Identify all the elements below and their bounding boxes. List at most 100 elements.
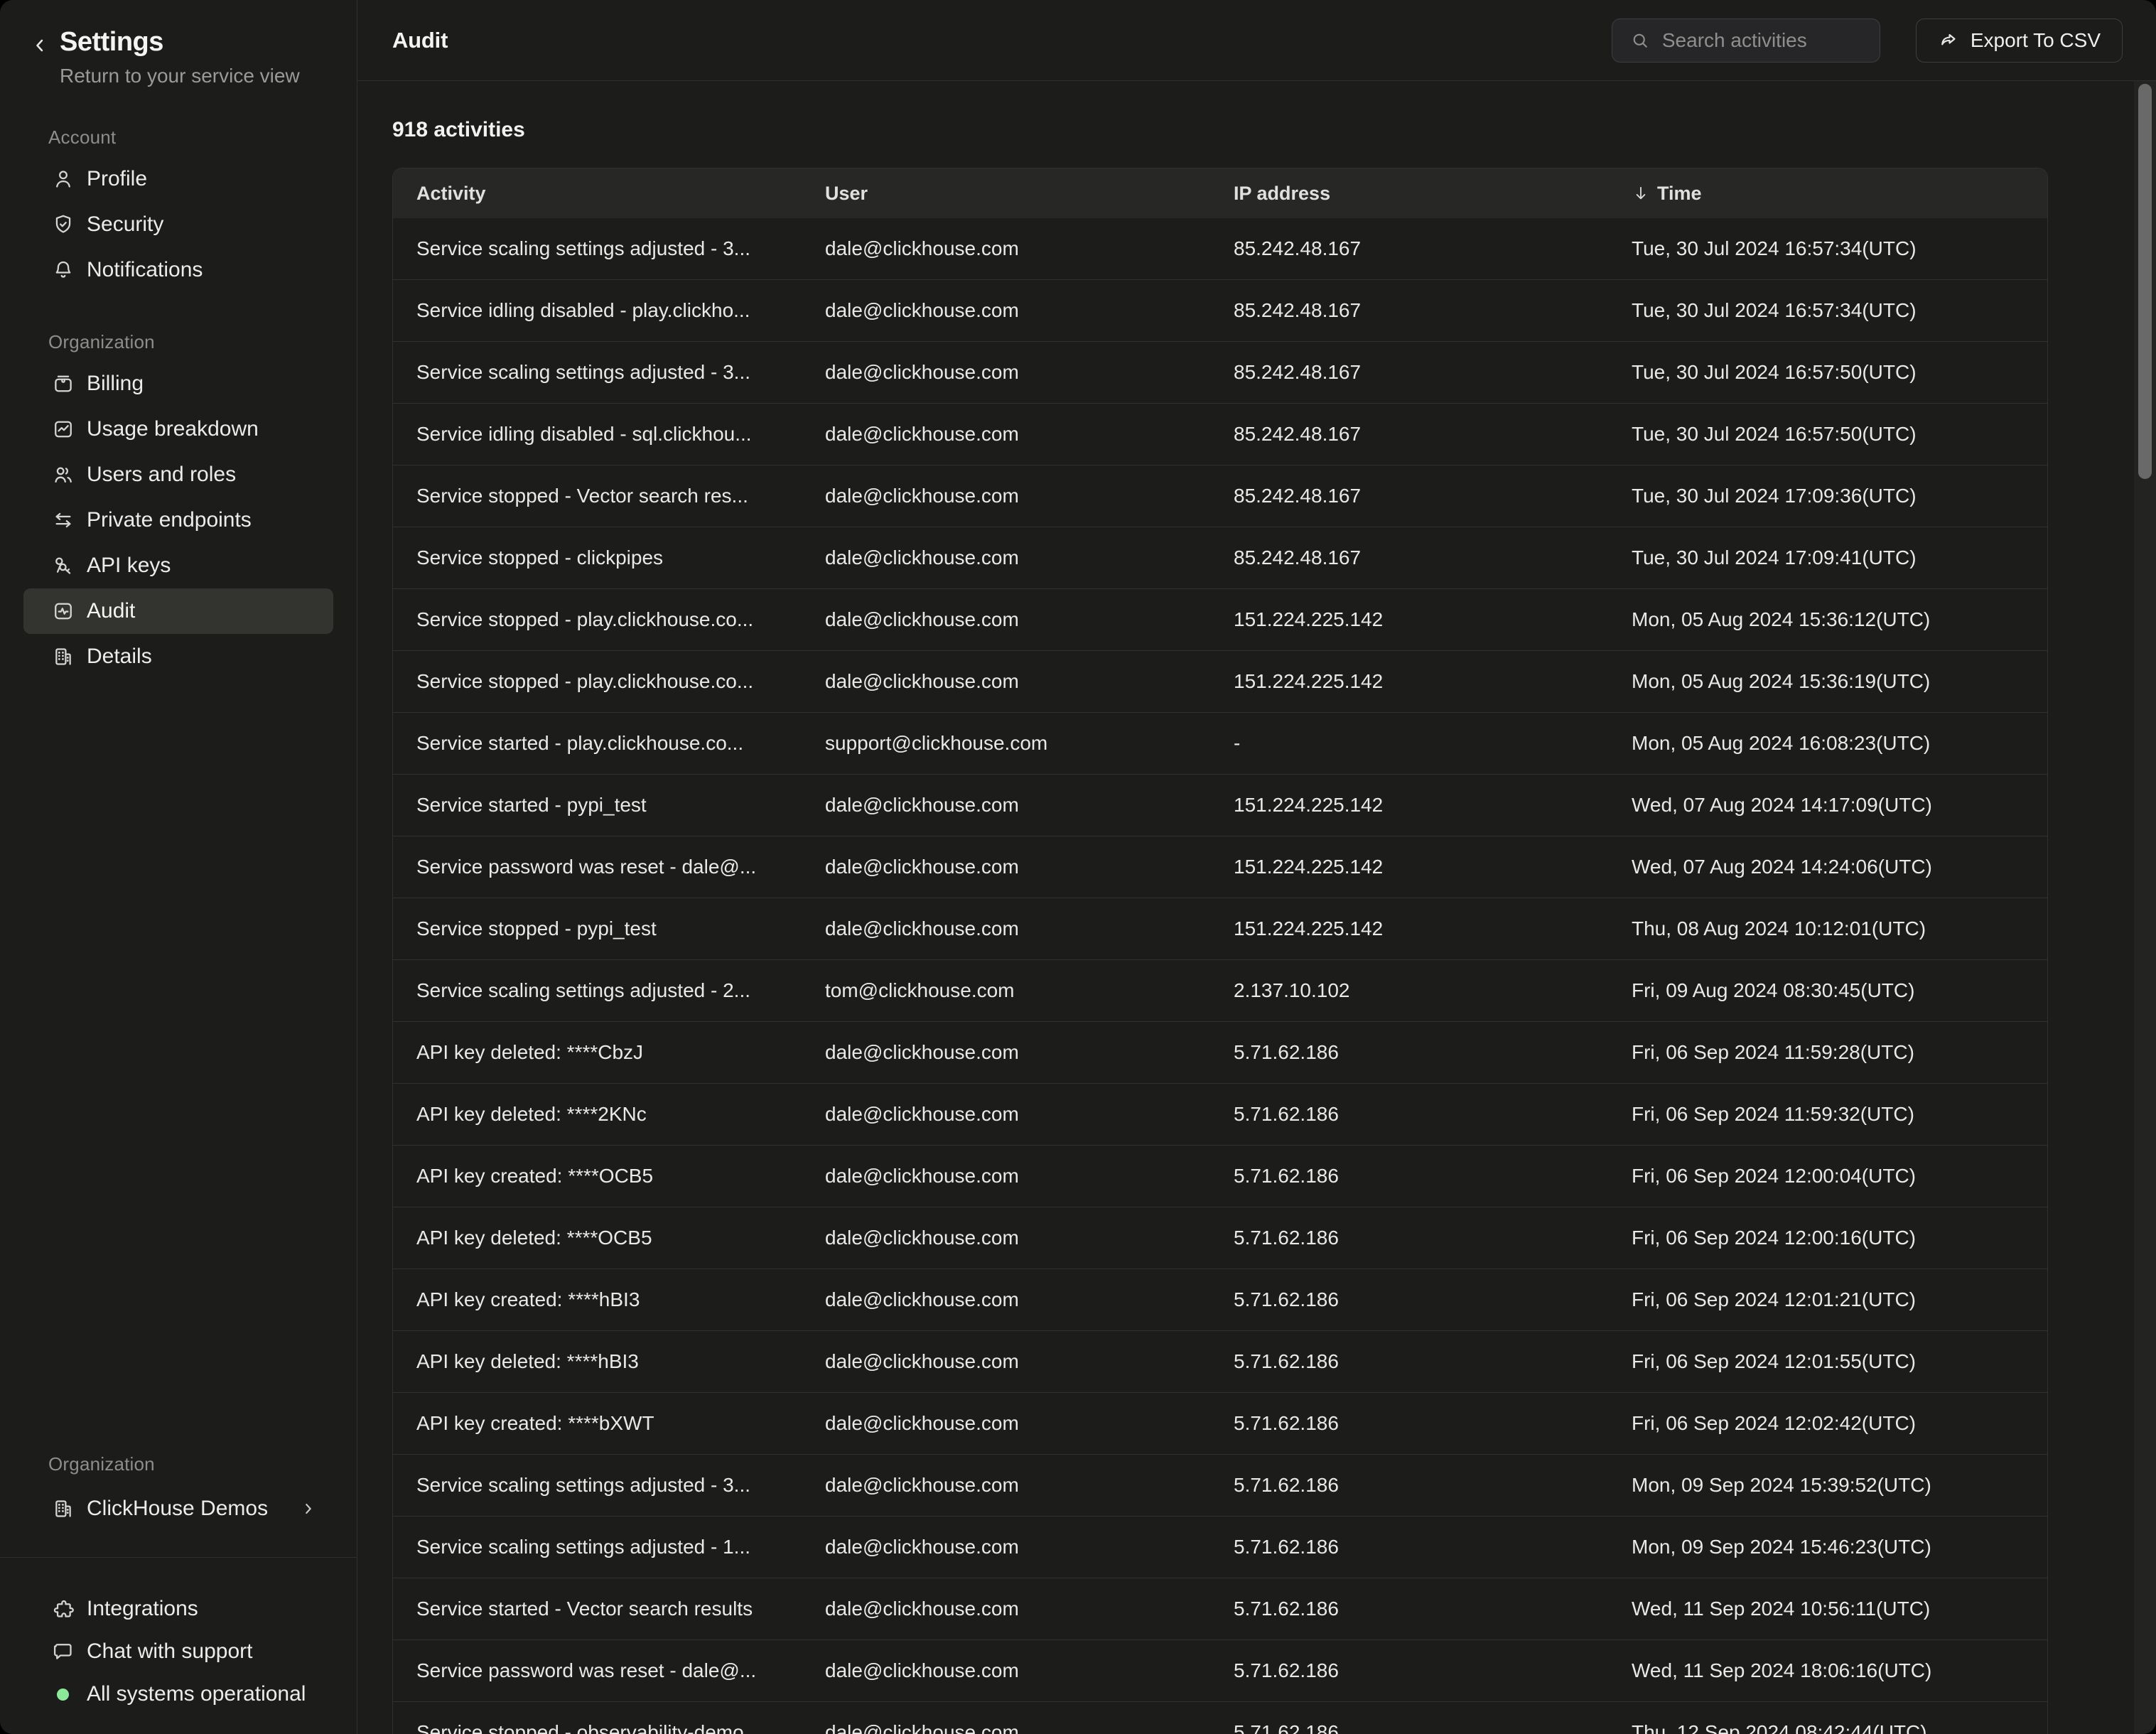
ip-cell: 151.224.225.142: [1210, 917, 1608, 940]
export-csv-button[interactable]: Export To CSV: [1916, 18, 2123, 63]
user-cell: dale@clickhouse.com: [802, 1103, 1210, 1126]
activity-cell: API key deleted: ****CbzJ: [393, 1041, 802, 1064]
sidebar-item-private-endpoints[interactable]: Private endpoints: [23, 497, 333, 543]
integrations-link[interactable]: Integrations: [0, 1588, 357, 1630]
ip-cell: 151.224.225.142: [1210, 670, 1608, 693]
ip-cell: 151.224.225.142: [1210, 608, 1608, 631]
column-header-time[interactable]: Time: [1608, 183, 2047, 205]
ip-cell: 85.242.48.167: [1210, 423, 1608, 446]
audit-table-row: API key created: ****bXWT dale@clickhous…: [393, 1392, 2047, 1454]
page-section-title: Audit: [392, 28, 448, 53]
user-cell: dale@clickhouse.com: [802, 1598, 1210, 1620]
time-cell: Fri, 06 Sep 2024 11:59:28(UTC): [1608, 1041, 2047, 1064]
ip-cell: 5.71.62.186: [1210, 1598, 1608, 1620]
search-box[interactable]: [1612, 18, 1880, 63]
activity-cell: Service password was reset - dale@...: [393, 856, 802, 878]
footer-item-label: Integrations: [87, 1597, 198, 1621]
account-nav: Profile Security Notifications: [0, 156, 357, 293]
activity-cell: API key created: ****OCB5: [393, 1165, 802, 1188]
swap-arrows-icon: [51, 508, 75, 532]
activity-cell: Service stopped - observability-demo: [393, 1721, 802, 1734]
system-status-link[interactable]: All systems operational: [0, 1673, 357, 1716]
audit-table-row: Service started - Vector search results …: [393, 1578, 2047, 1639]
activity-cell: API key created: ****hBI3: [393, 1288, 802, 1311]
footer-item-label: Chat with support: [87, 1639, 252, 1664]
column-header-label: User: [825, 183, 868, 205]
page-subtitle: Return to your service view: [60, 64, 300, 88]
activity-cell: Service stopped - play.clickhouse.co...: [393, 670, 802, 693]
scrollbar-thumb[interactable]: [2138, 84, 2152, 479]
scrollbar-track[interactable]: [2134, 81, 2156, 1734]
audit-table-row: Service started - pypi_test dale@clickho…: [393, 774, 2047, 836]
audit-table-row: Service stopped - Vector search res... d…: [393, 465, 2047, 527]
user-cell: dale@clickhouse.com: [802, 237, 1210, 260]
keys-icon: [51, 554, 75, 578]
wallet-icon: [51, 372, 75, 396]
sidebar-item-profile[interactable]: Profile: [23, 156, 333, 202]
activity-cell: Service started - play.clickhouse.co...: [393, 732, 802, 755]
ip-cell: 5.71.62.186: [1210, 1350, 1608, 1373]
sidebar-item-audit[interactable]: Audit: [23, 588, 333, 634]
sidebar-footer: Integrations Chat with support All syste…: [0, 1557, 357, 1734]
audit-table-row: API key created: ****hBI3 dale@clickhous…: [393, 1269, 2047, 1330]
user-cell: dale@clickhouse.com: [802, 1041, 1210, 1064]
user-cell: dale@clickhouse.com: [802, 856, 1210, 878]
org-switcher-name: ClickHouse Demos: [87, 1497, 268, 1521]
section-label-org-switcher: Organization: [48, 1453, 357, 1475]
sidebar-item-billing[interactable]: Billing: [23, 361, 333, 406]
activity-cell: Service scaling settings adjusted - 3...: [393, 361, 802, 384]
users-icon: [51, 463, 75, 487]
ip-cell: 5.71.62.186: [1210, 1103, 1608, 1126]
audit-table-row: Service password was reset - dale@... da…: [393, 1639, 2047, 1701]
ip-cell: 5.71.62.186: [1210, 1659, 1608, 1682]
shield-check-icon: [51, 212, 75, 237]
sidebar-item-notifications[interactable]: Notifications: [23, 247, 333, 293]
activity-cell: Service scaling settings adjusted - 2...: [393, 979, 802, 1002]
time-cell: Mon, 05 Aug 2024 15:36:19(UTC): [1608, 670, 2047, 693]
audit-table-row: Service stopped - clickpipes dale@clickh…: [393, 527, 2047, 588]
sidebar-item-details[interactable]: Details: [23, 634, 333, 679]
column-header-user[interactable]: User: [802, 183, 1210, 205]
column-header-label: IP address: [1234, 183, 1330, 205]
time-cell: Fri, 09 Aug 2024 08:30:45(UTC): [1608, 979, 2047, 1002]
chat-bubble-icon: [51, 1639, 75, 1664]
time-cell: Fri, 06 Sep 2024 12:01:21(UTC): [1608, 1288, 2047, 1311]
audit-table-row: Service scaling settings adjusted - 3...…: [393, 218, 2047, 279]
status-label: All systems operational: [87, 1682, 306, 1706]
sidebar-item-usage-breakdown[interactable]: Usage breakdown: [23, 406, 333, 452]
user-cell: dale@clickhouse.com: [802, 1659, 1210, 1682]
sidebar-item-users-and-roles[interactable]: Users and roles: [23, 452, 333, 497]
organization-nav: Billing Usage breakdown Users and roles …: [0, 361, 357, 679]
activity-cell: Service stopped - pypi_test: [393, 917, 802, 940]
audit-table-row: API key created: ****OCB5 dale@clickhous…: [393, 1145, 2047, 1207]
puzzle-icon: [51, 1597, 75, 1621]
audit-table-row: Service stopped - pypi_test dale@clickho…: [393, 898, 2047, 959]
activity-icon: [51, 599, 75, 623]
user-cell: dale@clickhouse.com: [802, 1412, 1210, 1435]
audit-table-row: API key deleted: ****hBI3 dale@clickhous…: [393, 1330, 2047, 1392]
audit-table-row: Service scaling settings adjusted - 3...…: [393, 341, 2047, 403]
sidebar-item-api-keys[interactable]: API keys: [23, 543, 333, 588]
sidebar-bottom: Organization ClickHouse Demos Integratio…: [0, 1453, 357, 1734]
sidebar-item-label: Private endpoints: [87, 507, 252, 533]
back-button[interactable]: [30, 36, 50, 55]
chart-icon: [51, 417, 75, 441]
search-input[interactable]: [1661, 28, 1848, 53]
user-cell: dale@clickhouse.com: [802, 670, 1210, 693]
audit-table-row: Service stopped - observability-demo dal…: [393, 1701, 2047, 1734]
chat-with-support-link[interactable]: Chat with support: [0, 1630, 357, 1673]
column-header-activity[interactable]: Activity: [393, 183, 802, 205]
sidebar-title-block: Settings Return to your service view: [60, 26, 300, 88]
sidebar-item-security[interactable]: Security: [23, 202, 333, 247]
activity-cell: Service idling disabled - play.clickho..…: [393, 299, 802, 322]
activity-cell: API key created: ****bXWT: [393, 1412, 802, 1435]
activity-cell: Service started - Vector search results: [393, 1598, 802, 1620]
org-switcher[interactable]: ClickHouse Demos: [23, 1486, 333, 1531]
table-header: Activity User IP address Time: [393, 168, 2047, 218]
activity-cell: Service password was reset - dale@...: [393, 1659, 802, 1682]
column-header-ip-address[interactable]: IP address: [1210, 183, 1608, 205]
time-cell: Tue, 30 Jul 2024 16:57:50(UTC): [1608, 423, 2047, 446]
audit-table-row: API key deleted: ****2KNc dale@clickhous…: [393, 1083, 2047, 1145]
time-cell: Fri, 06 Sep 2024 12:00:04(UTC): [1608, 1165, 2047, 1188]
audit-table: Activity User IP address Time: [392, 168, 2048, 1734]
